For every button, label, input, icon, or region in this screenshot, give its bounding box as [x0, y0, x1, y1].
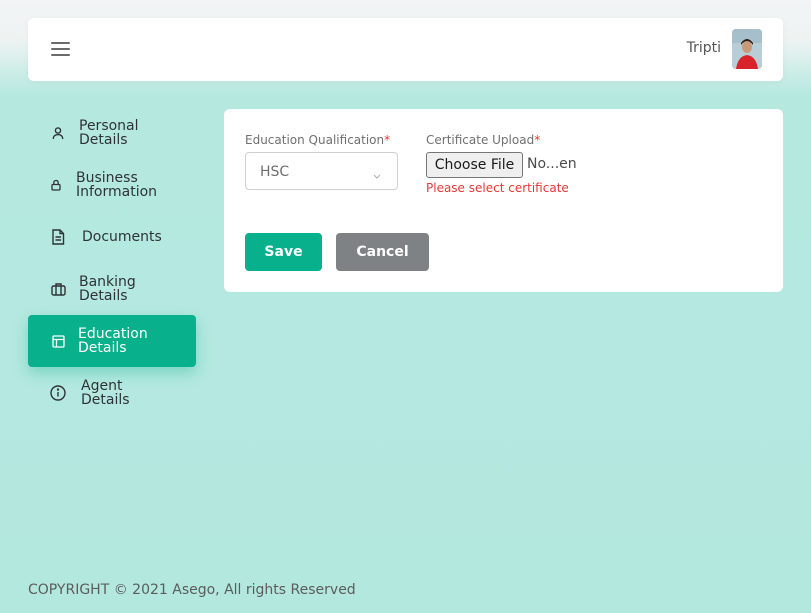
user-icon [50, 125, 66, 141]
sidebar-item-label: Agent Details [81, 378, 130, 408]
qualification-value: HSC [260, 164, 290, 180]
user-name[interactable]: Tripti [687, 40, 721, 56]
sidebar-item-label: Personal Details [79, 118, 139, 148]
menu-icon[interactable] [51, 41, 70, 57]
save-button[interactable]: Save [245, 233, 322, 271]
lock-icon [48, 177, 64, 193]
file-status: No...en [527, 156, 577, 172]
document-icon [50, 229, 66, 245]
sidebar-item-label: Banking Details [79, 274, 136, 304]
certificate-error-message: Please select certificate [426, 181, 569, 195]
required-mark: * [384, 133, 391, 147]
sidebar: Personal Details Business Information Do… [28, 107, 196, 419]
qualification-select[interactable]: HSC [245, 152, 398, 190]
chevron-down-icon [372, 166, 382, 185]
sidebar-item-label: Business Information [76, 170, 158, 200]
education-form-card: Education Qualification* HSC Certificate… [224, 109, 783, 292]
sidebar-item-business-information[interactable]: Business Information [28, 159, 196, 211]
sidebar-item-label: Documents [82, 229, 162, 245]
sidebar-item-banking-details[interactable]: Banking Details [28, 263, 196, 315]
footer-copyright: COPYRIGHT © 2021 Asego, All rights Reser… [28, 582, 356, 598]
cancel-button[interactable]: Cancel [336, 233, 429, 271]
sidebar-item-education-details[interactable]: Education Details [28, 315, 196, 367]
info-icon [50, 385, 66, 401]
layout-icon [50, 333, 66, 349]
required-mark: * [534, 133, 541, 147]
briefcase-icon [50, 281, 66, 297]
sidebar-item-documents[interactable]: Documents [28, 211, 196, 263]
sidebar-item-agent-details[interactable]: Agent Details [28, 367, 196, 419]
sidebar-item-label: Education Details [78, 326, 148, 356]
avatar[interactable] [732, 29, 762, 69]
sidebar-item-personal-details[interactable]: Personal Details [28, 107, 196, 159]
choose-file-button[interactable]: Choose File [426, 152, 523, 178]
qualification-label: Education Qualification* [245, 133, 391, 147]
top-header: Tripti [28, 18, 783, 81]
certificate-label: Certificate Upload* [426, 133, 541, 147]
